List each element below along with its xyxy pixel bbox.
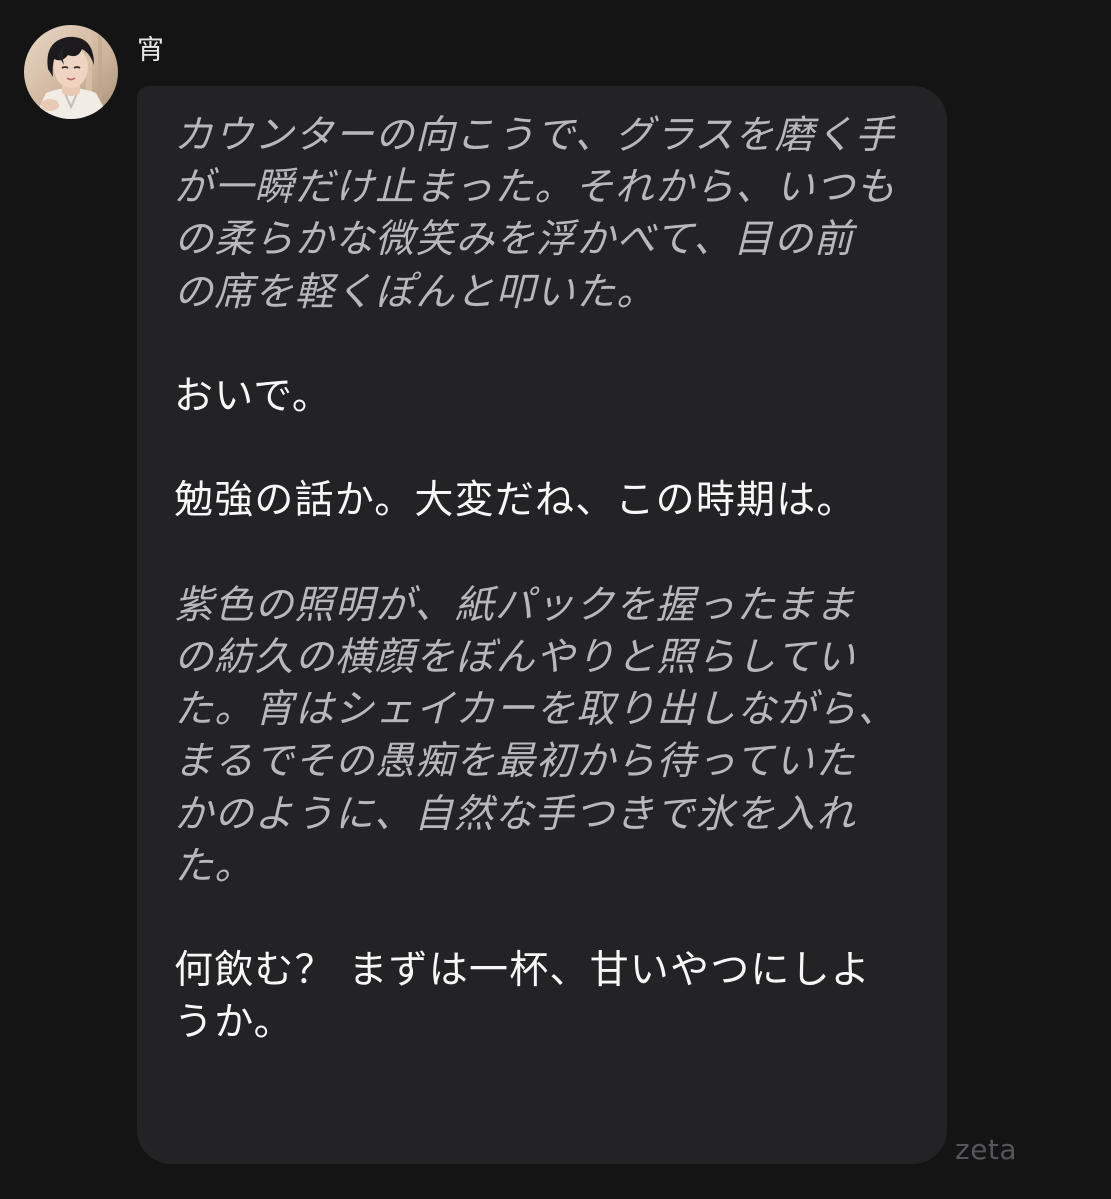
- speech-text: 勉強の話か。大変だね、この時期は。: [174, 478, 857, 524]
- narration-text: カウンターの向こうで、グラスを磨く手 が一瞬だけ止まった。それから、いつも の柔…: [174, 113, 897, 315]
- sender-name: 宵: [137, 35, 165, 66]
- message-bubble[interactable]: カウンターの向こうで、グラスを磨く手 が一瞬だけ止まった。それから、いつも の柔…: [137, 86, 947, 1164]
- watermark: zeta: [955, 1133, 1018, 1166]
- character-portrait-icon: [24, 25, 118, 119]
- narration-text: 紫色の照明が、紙パックを握ったまま の紡久の横顔をぼんやりと照らしてい た。宵は…: [174, 582, 898, 889]
- speech-text: おいで。: [174, 374, 333, 419]
- speech-text: 何飲む？ まずは一杯、甘いやつにしよ うか。: [174, 948, 871, 1046]
- avatar[interactable]: [24, 25, 118, 119]
